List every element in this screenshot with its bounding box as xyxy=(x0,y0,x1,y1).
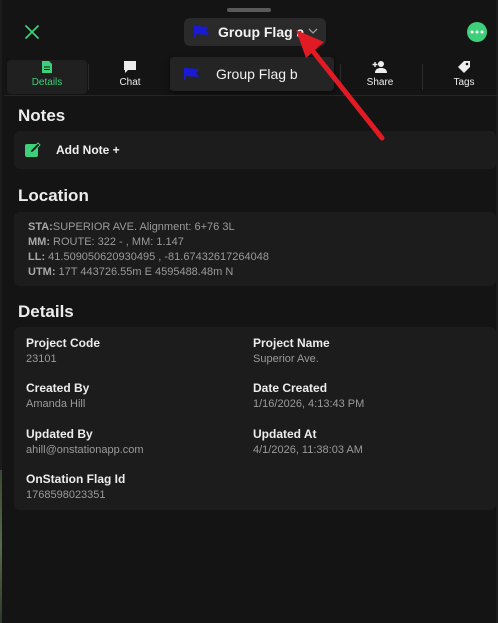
tab-share[interactable]: Share xyxy=(340,60,420,94)
detail-project-code: Project Code 23101 xyxy=(26,336,101,365)
tab-label: Tags xyxy=(453,77,475,88)
more-options-button[interactable] xyxy=(467,22,487,42)
edit-note-icon xyxy=(25,142,41,157)
detail-date-created: Date Created 1/16/2026, 4:13:43 PM xyxy=(253,381,365,410)
notes-heading: Notes xyxy=(18,106,66,125)
detail-created-by: Created By Amanda Hill xyxy=(26,381,90,410)
tab-divider xyxy=(88,64,89,90)
tab-label: Share xyxy=(366,77,394,88)
location-sta: STA:SUPERIOR AVE. Alignment: 6+76 3L xyxy=(28,221,235,233)
dropdown-option-group-flag-b[interactable]: Group Flag b xyxy=(170,57,334,91)
tab-details[interactable]: Details xyxy=(7,60,87,94)
more-icon xyxy=(470,30,484,34)
location-ll: LL: 41.509050620930495 , -81.67432617264… xyxy=(28,251,269,263)
add-user-icon xyxy=(372,61,387,73)
close-button[interactable] xyxy=(20,20,44,44)
add-note-button[interactable]: Add Note + xyxy=(14,131,496,169)
location-mm: MM: ROUTE: 322 - , MM: 1.147 xyxy=(28,236,184,248)
dropdown-option-label: Group Flag b xyxy=(216,66,298,82)
location-heading: Location xyxy=(18,186,89,205)
chat-icon xyxy=(124,61,136,73)
details-heading: Details xyxy=(18,302,74,321)
detail-flag-id: OnStation Flag Id 1768598023351 xyxy=(26,472,126,501)
details-card: Project Code 23101 Project Name Superior… xyxy=(14,327,496,510)
tab-label: Details xyxy=(31,77,63,88)
tab-tags[interactable]: Tags xyxy=(424,60,498,94)
group-flag-select[interactable]: Group Flag a xyxy=(184,18,326,46)
group-select-label: Group Flag a xyxy=(218,24,305,40)
notes-card: Add Note + xyxy=(14,131,496,169)
close-icon xyxy=(25,25,39,39)
document-icon xyxy=(42,61,52,73)
location-utm: UTM: 17T 443726.55m E 4595488.48m N xyxy=(28,266,234,278)
flag-details-panel: Group Flag a Details Chat Share Tags Not… xyxy=(2,0,498,623)
detail-updated-at: Updated At 4/1/2026, 11:38:03 AM xyxy=(253,427,363,456)
tag-icon xyxy=(458,61,470,73)
add-note-label: Add Note + xyxy=(56,143,120,157)
location-card: STA:SUPERIOR AVE. Alignment: 6+76 3L MM:… xyxy=(14,212,496,286)
drag-handle[interactable] xyxy=(227,8,271,12)
tab-chat[interactable]: Chat xyxy=(90,60,170,94)
tab-divider xyxy=(422,64,423,90)
detail-updated-by: Updated By ahill@onstationapp.com xyxy=(26,427,144,456)
flag-icon xyxy=(184,68,199,80)
chevron-down-icon xyxy=(308,28,318,34)
tab-label: Chat xyxy=(119,77,141,88)
detail-project-name: Project Name Superior Ave. xyxy=(253,336,330,365)
flag-icon xyxy=(194,26,209,38)
